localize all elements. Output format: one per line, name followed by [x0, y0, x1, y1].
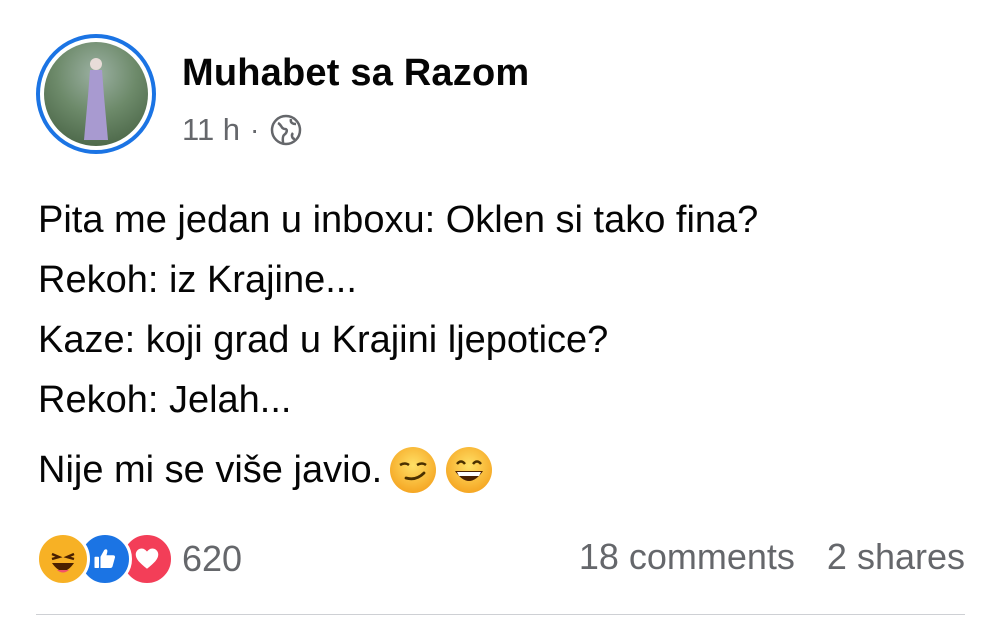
reactions-summary[interactable]: 620 [36, 532, 242, 586]
post-line-last: Nije mi se više javio. [38, 440, 758, 500]
shares-count[interactable]: 2 shares [827, 536, 965, 578]
haha-reaction-icon [36, 532, 90, 586]
post-line-text: Nije mi se više javio. [38, 449, 383, 491]
post-body: Pita me jedan u inboxu: Oklen si tako fi… [38, 190, 758, 500]
engagement-stats: 18 comments 2 shares [579, 536, 965, 578]
grinning-face-emoji [446, 447, 493, 493]
facebook-post: Muhabet sa Razom 11 h · Pita me jedan u … [0, 0, 991, 619]
post-line: Kaze: koji grad u Krajini ljepotice? [38, 319, 609, 361]
post-line: Rekoh: Jelah... [38, 379, 292, 421]
post-time[interactable]: 11 h [182, 112, 240, 148]
smirking-face-emoji [390, 447, 437, 493]
post-line: Pita me jedan u inboxu: Oklen si tako fi… [38, 199, 759, 241]
comments-count[interactable]: 18 comments [579, 536, 795, 578]
person-figure-icon [84, 58, 108, 140]
post-meta: 11 h · [182, 112, 303, 148]
globe-icon[interactable] [269, 113, 303, 147]
meta-separator: · [250, 114, 260, 145]
profile-avatar[interactable] [36, 34, 156, 154]
author-name[interactable]: Muhabet sa Razom [182, 52, 529, 95]
footer-divider [36, 614, 965, 615]
post-line: Rekoh: iz Krajine... [38, 259, 357, 301]
avatar-photo [44, 42, 148, 146]
reaction-count[interactable]: 620 [182, 538, 242, 580]
